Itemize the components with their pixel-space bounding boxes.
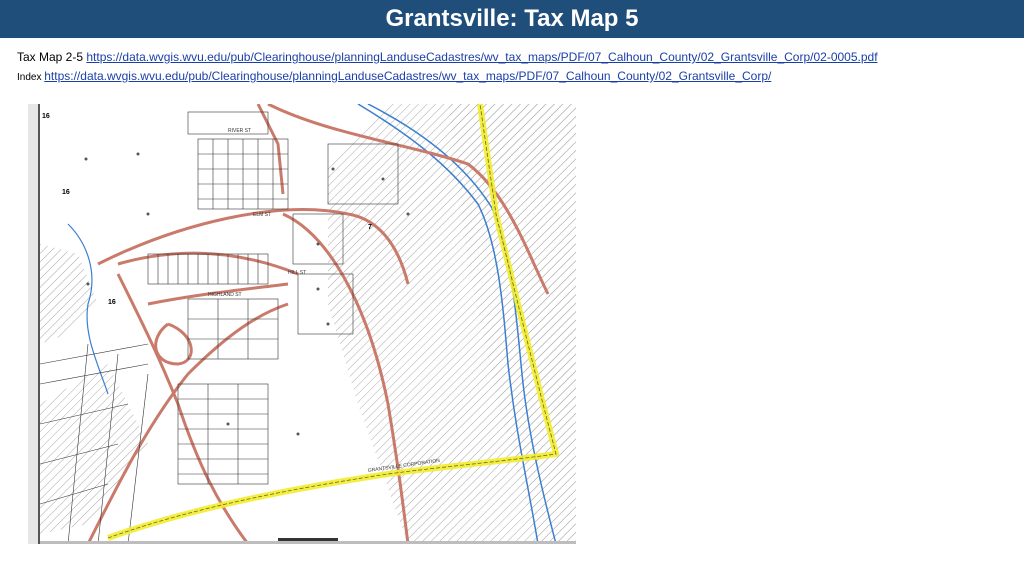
map-left-border bbox=[38, 104, 40, 544]
street-label: RIVER ST bbox=[228, 128, 251, 134]
sheet-number-label: 16 bbox=[108, 299, 116, 306]
index-link-row: Index https://data.wvgis.wvu.edu/pub/Cle… bbox=[17, 69, 771, 83]
page-title: Grantsville: Tax Map 5 bbox=[385, 5, 639, 32]
map-scale-bar bbox=[278, 538, 338, 541]
road-loop bbox=[154, 322, 193, 366]
tax-map-drawing: 16 16 16 7 ELM ST HIGHLAND ST HILL ST RI… bbox=[28, 102, 576, 545]
tax-map-pdf-link[interactable]: https://data.wvgis.wvu.edu/pub/Clearingh… bbox=[86, 50, 877, 64]
tax-map-link-row: Tax Map 2-5 https://data.wvgis.wvu.edu/p… bbox=[17, 50, 878, 64]
street-label: HIGHLAND ST bbox=[208, 292, 242, 298]
sheet-number-label: 7 bbox=[368, 224, 372, 231]
index-folder-link[interactable]: https://data.wvgis.wvu.edu/pub/Clearingh… bbox=[44, 69, 771, 83]
tax-map-label: Tax Map 2-5 bbox=[17, 50, 84, 64]
index-label: Index bbox=[17, 72, 42, 83]
hatched-area-southwest bbox=[40, 364, 148, 534]
sheet-number-label: 16 bbox=[42, 113, 50, 120]
road-north bbox=[256, 103, 285, 195]
tax-map-image: 16 16 16 7 ELM ST HIGHLAND ST HILL ST RI… bbox=[28, 102, 576, 545]
map-bottom-edge bbox=[40, 541, 576, 544]
sheet-number-label: 16 bbox=[62, 189, 70, 196]
map-left-margin bbox=[28, 104, 38, 544]
title-bar: Grantsville: Tax Map 5 bbox=[0, 0, 1024, 38]
street-label: ELM ST bbox=[253, 212, 271, 218]
street-label: HILL ST bbox=[288, 270, 306, 276]
